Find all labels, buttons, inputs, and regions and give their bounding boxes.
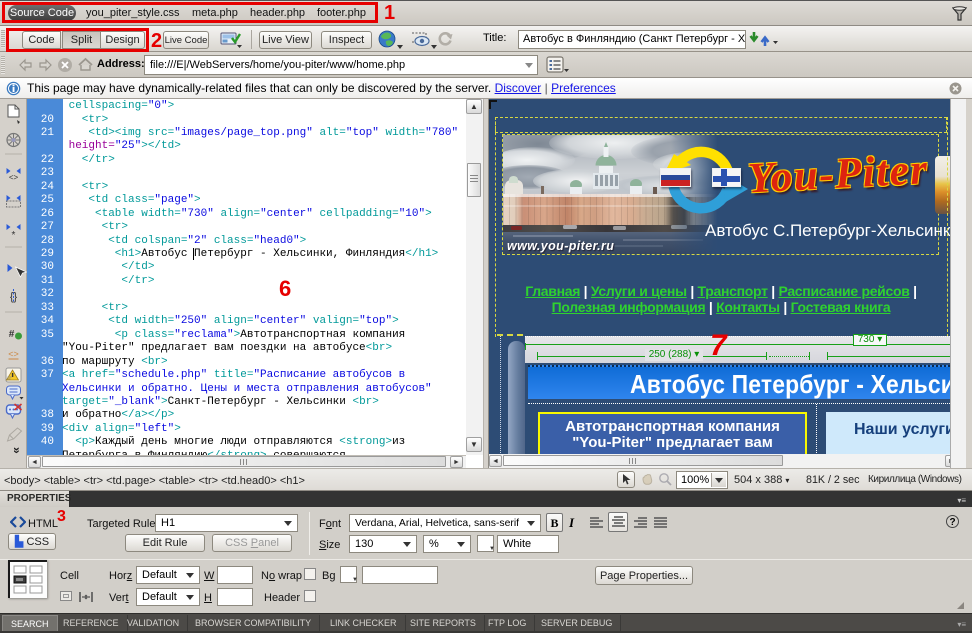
svg-text:<>: <> [9,173,19,182]
svg-text:<>: <> [8,349,19,359]
svg-text:#: # [9,329,15,340]
svg-text:*: * [12,230,16,241]
